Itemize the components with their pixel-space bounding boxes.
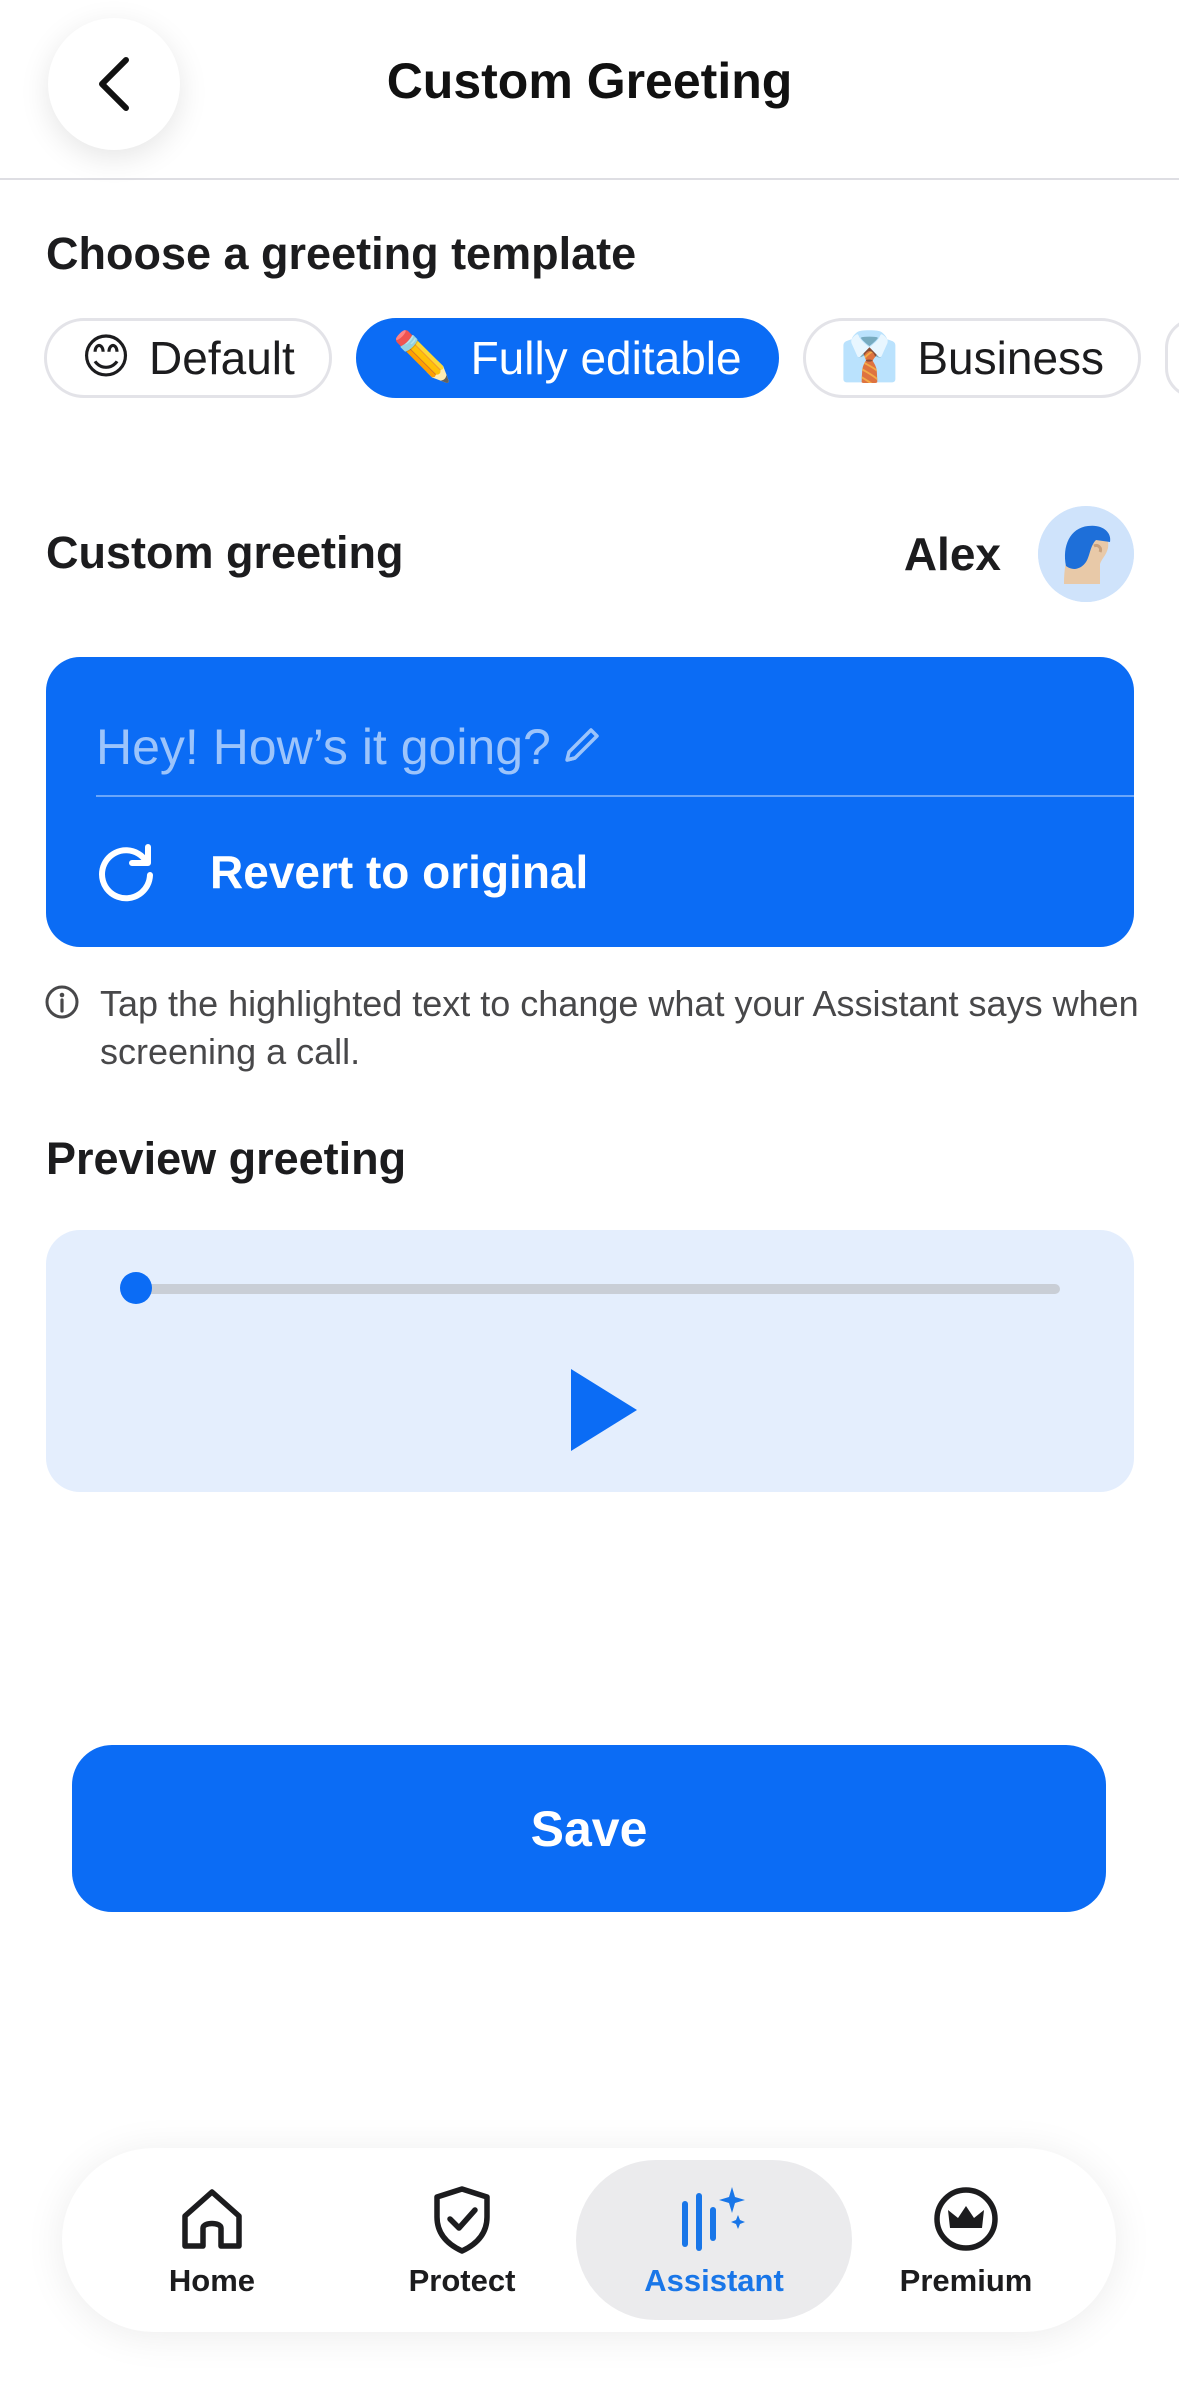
user-name: Alex [903,528,1001,580]
smile-emoji-icon: 😊 [81,331,132,384]
page-title: Custom Greeting [386,53,793,109]
nav-label: Assistant [644,2263,784,2298]
avatar[interactable] [1038,506,1134,602]
greeting-editor-card: Hey! How’s it going? Revert to original [46,657,1134,947]
nav-label: Home [168,2263,256,2298]
nav-label: Protect [408,2263,516,2298]
nav-item-protect[interactable]: Protect [324,2160,600,2320]
pencil-emoji-icon: ✏️ [392,331,453,384]
nav-item-home[interactable]: Home [74,2160,350,2320]
template-chip-fully-editable[interactable]: ✏️ Fully editable [355,318,779,398]
play-icon [571,1369,637,1451]
save-button[interactable]: Save [72,1745,1106,1912]
necktie-emoji-icon: 👔 [839,331,900,384]
crown-icon [928,2181,1004,2257]
bottom-nav: Home Protect Assistant Premium [62,2148,1116,2332]
template-heading: Choose a greeting template [46,228,637,279]
revert-button[interactable]: Revert to original [96,797,1134,947]
template-chip-business[interactable]: 👔 Business [802,318,1142,398]
pencil-icon [559,722,605,773]
nav-item-premium[interactable]: Premium [828,2160,1104,2320]
assistant-sparkle-icon [676,2181,752,2257]
preview-player [46,1230,1134,1492]
greeting-text-field[interactable]: Hey! How’s it going? [96,697,1134,797]
info-icon [45,985,79,1019]
refresh-icon [99,844,153,902]
shield-check-icon [424,2181,500,2257]
play-button[interactable] [558,1360,648,1460]
person-avatar-icon [1038,506,1134,602]
progress-knob[interactable] [120,1272,152,1304]
revert-label: Revert to original [210,846,589,898]
template-chip-default[interactable]: 😊 Default [44,318,332,398]
template-chip-list: 😊 Default ✏️ Fully editable 👔 Business [44,318,1179,398]
nav-item-assistant[interactable]: Assistant [576,2160,852,2320]
header-bar: Custom Greeting [0,0,1179,180]
template-chip-label: Business [917,332,1105,384]
preview-heading: Preview greeting [46,1133,407,1184]
greeting-text[interactable]: Hey! How’s it going? [96,718,551,776]
template-chip-more[interactable] [1165,318,1179,398]
template-chip-label: Fully editable [470,332,742,384]
nav-label: Premium [899,2263,1033,2298]
progress-track[interactable] [136,1284,1060,1294]
info-note: Tap the highlighted text to change what … [44,980,1144,1076]
info-text: Tap the highlighted text to change what … [100,983,1139,1072]
custom-greeting-heading: Custom greeting [46,527,404,578]
home-icon [174,2181,250,2257]
template-chip-label: Default [149,332,295,384]
